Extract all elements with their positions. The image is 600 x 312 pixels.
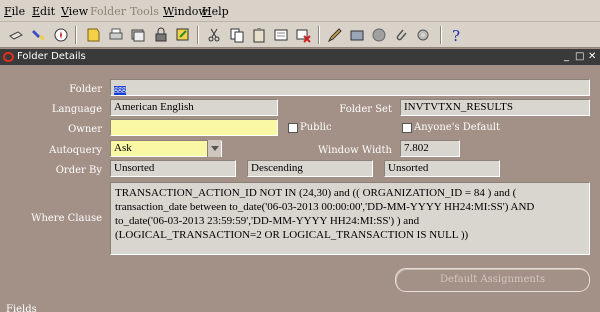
owner-field[interactable] xyxy=(110,119,278,136)
where-clause-label: Where Clause xyxy=(31,213,102,224)
stack-icon[interactable] xyxy=(130,27,146,43)
public-checkbox[interactable] xyxy=(288,123,298,133)
window-title: Folder Details xyxy=(17,51,86,62)
order-by-label: Order By xyxy=(55,165,102,176)
folder-value: ggg xyxy=(114,85,126,95)
toolbar-separator xyxy=(75,26,77,44)
toolbar-separator xyxy=(318,26,320,44)
toolbar: ? xyxy=(0,22,600,48)
navigator-icon[interactable] xyxy=(53,27,69,43)
cut-icon[interactable] xyxy=(206,27,222,43)
new-icon[interactable] xyxy=(8,27,24,43)
toolbar-separator xyxy=(440,26,442,44)
menu-help[interactable]: Help xyxy=(202,5,229,18)
menu-folder[interactable]: Folder xyxy=(90,5,126,18)
delete-record-icon[interactable] xyxy=(295,27,311,43)
menu-bar: File Edit View Folder Tools Window Help xyxy=(0,0,600,22)
attachments-icon[interactable] xyxy=(393,27,409,43)
menu-tools[interactable]: Tools xyxy=(130,5,159,18)
where-clause-line: TRANSACTION_ACTION_ID NOT IN (24,30) and… xyxy=(115,187,517,199)
anyones-default-checkbox[interactable] xyxy=(402,123,412,133)
where-clause-line: (LOGICAL_TRANSACTION=2 OR LOGICAL_TRANSA… xyxy=(115,229,469,241)
close-button[interactable]: ✕ xyxy=(588,50,596,63)
where-clause-line: transaction_date between to_date('06-03-… xyxy=(115,201,535,213)
folder-label: Folder xyxy=(69,84,102,95)
anyones-default-label: Anyone's Default xyxy=(414,122,501,133)
clear-record-icon[interactable] xyxy=(273,27,289,43)
window-width-field[interactable]: 7.802 xyxy=(400,140,460,157)
maximize-button[interactable]: □ xyxy=(575,50,584,63)
settings-icon[interactable] xyxy=(415,27,431,43)
default-assignments-button[interactable]: Default Assignments xyxy=(395,268,590,292)
folder-set-label: Folder Set xyxy=(339,104,392,115)
autoquery-select[interactable]: Ask xyxy=(110,140,222,157)
fields-label: Fields xyxy=(6,304,37,312)
order-by-field-1[interactable]: Unsorted xyxy=(110,160,236,177)
copy-icon[interactable] xyxy=(229,27,245,43)
folder-set-field[interactable]: INVTVTXN_RESULTS xyxy=(400,99,590,116)
print-icon[interactable] xyxy=(108,27,124,43)
svg-text:?: ? xyxy=(452,27,460,43)
paste-icon[interactable] xyxy=(251,27,267,43)
edit-field-icon[interactable] xyxy=(327,27,343,43)
folder-field[interactable]: ggg xyxy=(110,79,590,96)
language-label: Language xyxy=(51,104,102,115)
zoom-icon[interactable] xyxy=(175,27,191,43)
where-clause-line: to_date('06-03-2013 23:59:59','DD-MM-YYY… xyxy=(115,215,420,227)
lock-icon[interactable] xyxy=(153,27,169,43)
find-flashlight-icon[interactable] xyxy=(31,27,47,43)
save-icon[interactable] xyxy=(85,27,101,43)
chevron-down-icon[interactable] xyxy=(207,140,221,157)
owner-label: Owner xyxy=(68,124,102,135)
order-by-field-2[interactable]: Descending xyxy=(247,160,373,177)
translations-icon[interactable] xyxy=(371,27,387,43)
autoquery-label: Autoquery xyxy=(49,145,102,156)
minimize-button[interactable]: _ xyxy=(564,50,569,63)
order-by-field-3[interactable]: Unsorted xyxy=(384,160,500,177)
where-clause-field[interactable]: TRANSACTION_ACTION_ID NOT IN (24,30) and… xyxy=(110,182,590,255)
help-icon[interactable]: ? xyxy=(448,27,464,43)
oracle-logo-icon xyxy=(3,52,14,62)
folder-tools-icon[interactable] xyxy=(349,27,365,43)
menu-edit[interactable]: Edit xyxy=(32,5,55,18)
toolbar-separator xyxy=(197,26,199,44)
autoquery-value: Ask xyxy=(114,142,132,154)
menu-file[interactable]: File xyxy=(4,5,25,18)
window-width-label: Window Width xyxy=(317,145,392,156)
menu-view[interactable]: View xyxy=(61,5,88,18)
public-label: Public xyxy=(300,122,332,133)
language-field[interactable]: American English xyxy=(110,99,278,116)
window-title-bar: Folder Details _ □ ✕ xyxy=(0,49,600,65)
